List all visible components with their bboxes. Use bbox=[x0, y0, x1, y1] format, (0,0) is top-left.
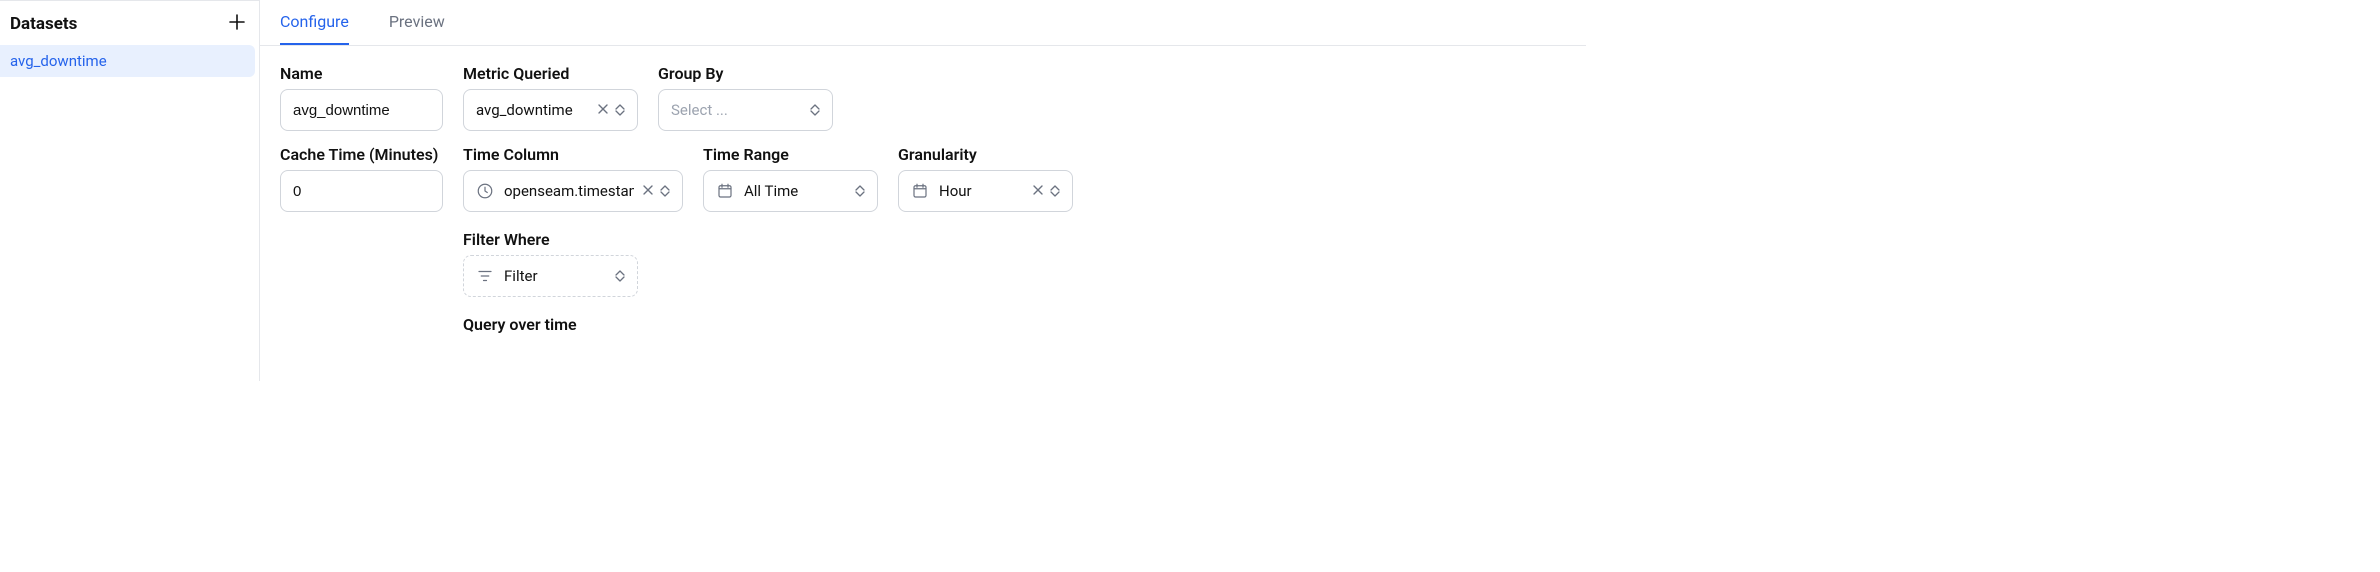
label-metric: Metric Queried bbox=[463, 64, 638, 83]
granularity-value: Hour bbox=[939, 182, 972, 200]
chevron-updown-icon bbox=[810, 104, 820, 116]
sidebar-header: Datasets bbox=[0, 1, 259, 45]
metric-select[interactable]: avg_downtime bbox=[463, 89, 638, 131]
granularity-value-wrap: Hour bbox=[911, 182, 972, 200]
dataset-item-label: avg_downtime bbox=[10, 52, 107, 70]
label-granularity: Granularity bbox=[898, 145, 1073, 164]
granularity-select[interactable]: Hour bbox=[898, 170, 1073, 212]
label-filter-where: Filter Where bbox=[463, 230, 683, 249]
cache-time-input-wrapper bbox=[280, 170, 443, 212]
tab-preview[interactable]: Preview bbox=[389, 0, 445, 45]
chevron-updown-icon bbox=[615, 104, 625, 116]
clock-icon bbox=[476, 182, 494, 200]
tabs: Configure Preview bbox=[260, 0, 1586, 46]
time-column-value: openseam.timestamp bbox=[504, 182, 634, 200]
label-time-column: Time Column bbox=[463, 145, 683, 164]
metric-value: avg_downtime bbox=[476, 101, 573, 119]
field-time-range: Time Range All Time bbox=[703, 145, 878, 212]
chevron-updown-icon bbox=[615, 270, 625, 282]
select-controls bbox=[855, 185, 865, 197]
time-range-value: All Time bbox=[744, 182, 798, 200]
tab-label: Preview bbox=[389, 12, 445, 31]
select-controls bbox=[597, 103, 625, 118]
form-row-2: Cache Time (Minutes) Time Column opensea… bbox=[280, 145, 1566, 334]
filter-value-wrap: Filter bbox=[476, 267, 538, 285]
field-time-column: Time Column openseam.timestamp bbox=[463, 145, 683, 334]
label-group-by: Group By bbox=[658, 64, 833, 83]
tab-label: Configure bbox=[280, 12, 349, 31]
x-icon bbox=[597, 103, 609, 115]
calendar-icon bbox=[911, 182, 929, 200]
dataset-item[interactable]: avg_downtime bbox=[0, 45, 255, 77]
x-icon bbox=[642, 184, 654, 196]
sidebar: Datasets avg_downtime bbox=[0, 0, 260, 381]
chevron-updown-icon bbox=[660, 185, 670, 197]
group-by-select[interactable]: Select ... bbox=[658, 89, 833, 131]
name-input[interactable] bbox=[293, 102, 430, 119]
field-granularity: Granularity Hour bbox=[898, 145, 1073, 212]
field-name: Name bbox=[280, 64, 443, 131]
select-controls bbox=[615, 270, 625, 282]
field-group-by: Group By Select ... bbox=[658, 64, 833, 131]
plus-icon bbox=[229, 14, 245, 30]
app-layout: Datasets avg_downtime Configure Preview … bbox=[0, 0, 1586, 381]
clear-metric-button[interactable] bbox=[597, 103, 609, 118]
main-panel: Configure Preview Name Metric Queried av… bbox=[260, 0, 1586, 381]
select-controls bbox=[1032, 184, 1060, 199]
name-input-wrapper bbox=[280, 89, 443, 131]
x-icon bbox=[1032, 184, 1044, 196]
label-query-over-time: Query over time bbox=[463, 315, 683, 334]
filter-label: Filter bbox=[504, 267, 538, 285]
field-metric: Metric Queried avg_downtime bbox=[463, 64, 638, 131]
time-column-value-wrap: openseam.timestamp bbox=[476, 182, 634, 200]
label-name: Name bbox=[280, 64, 443, 83]
time-range-value-wrap: All Time bbox=[716, 182, 798, 200]
form-row-1: Name Metric Queried avg_downtime bbox=[280, 64, 1566, 131]
filter-button[interactable]: Filter bbox=[463, 255, 638, 297]
clear-granularity-button[interactable] bbox=[1032, 184, 1044, 199]
add-dataset-button[interactable] bbox=[225, 13, 249, 35]
select-controls bbox=[810, 104, 820, 116]
field-cache-time: Cache Time (Minutes) bbox=[280, 145, 443, 212]
filter-icon bbox=[476, 267, 494, 285]
calendar-icon bbox=[716, 182, 734, 200]
form-area: Name Metric Queried avg_downtime bbox=[260, 46, 1586, 352]
chevron-updown-icon bbox=[1050, 185, 1060, 197]
select-controls bbox=[642, 184, 670, 199]
clear-time-column-button[interactable] bbox=[642, 184, 654, 199]
label-cache-time: Cache Time (Minutes) bbox=[280, 145, 443, 164]
time-range-select[interactable]: All Time bbox=[703, 170, 878, 212]
time-column-select[interactable]: openseam.timestamp bbox=[463, 170, 683, 212]
datasets-title: Datasets bbox=[10, 14, 77, 34]
label-time-range: Time Range bbox=[703, 145, 878, 164]
tab-configure[interactable]: Configure bbox=[280, 0, 349, 45]
chevron-updown-icon bbox=[855, 185, 865, 197]
cache-time-input[interactable] bbox=[293, 183, 430, 200]
group-by-placeholder: Select ... bbox=[671, 101, 728, 119]
